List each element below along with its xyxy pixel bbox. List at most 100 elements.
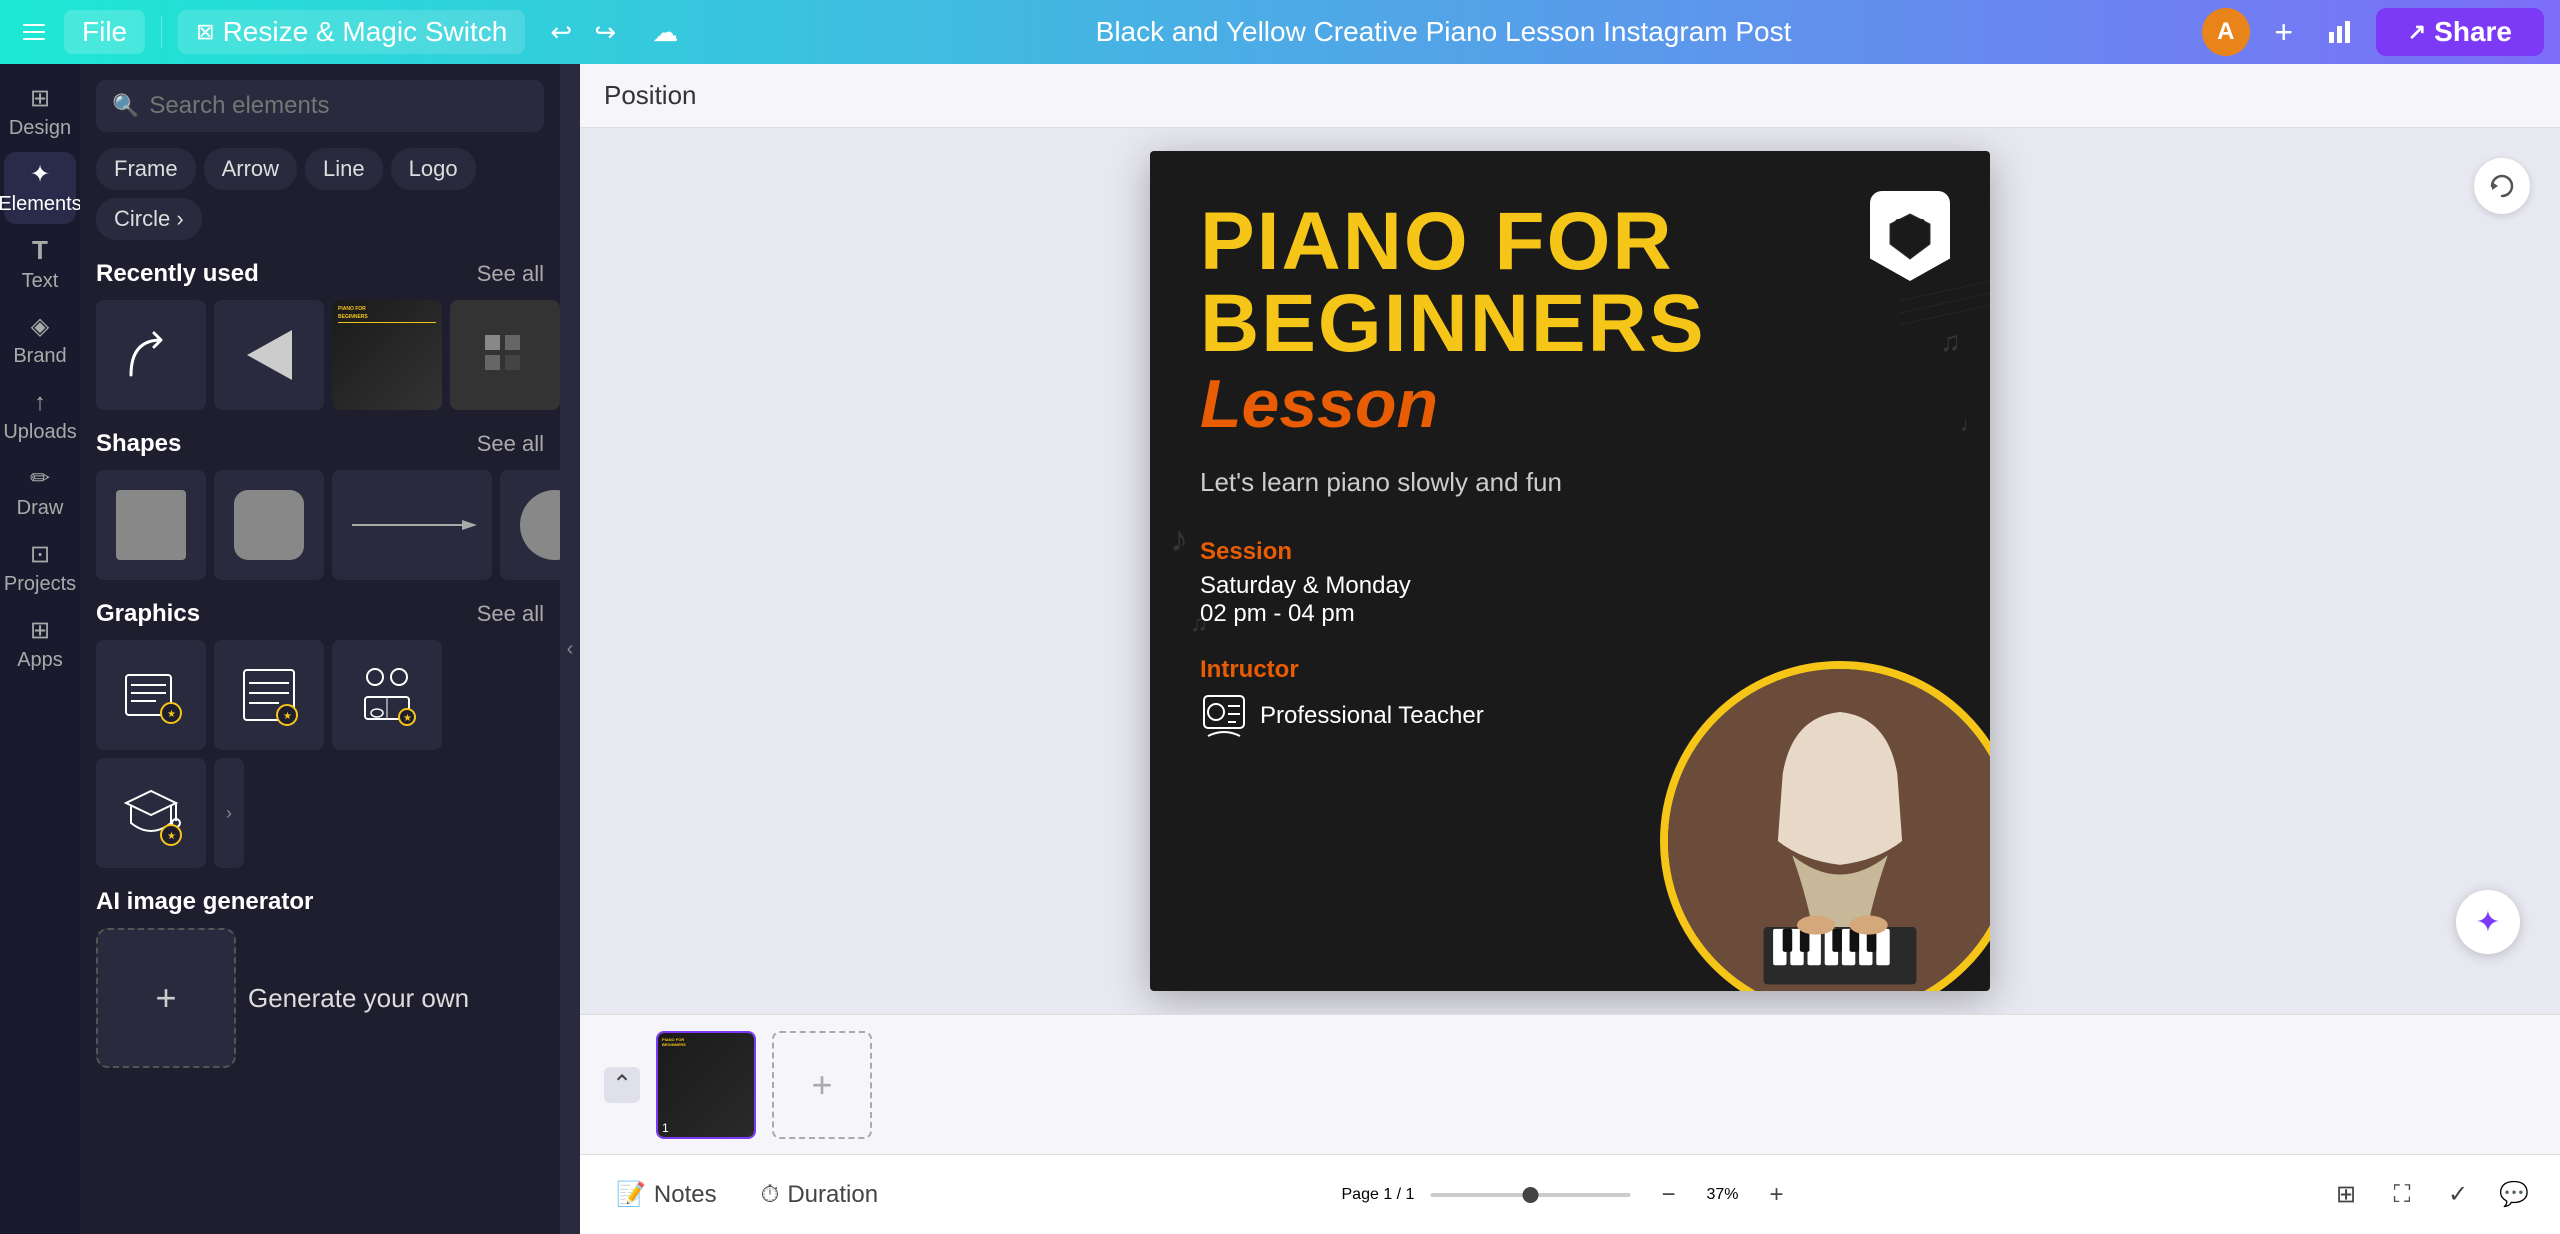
sidebar-item-draw[interactable]: ✏ Draw bbox=[4, 456, 76, 528]
recently-used-see-all[interactable]: See all bbox=[477, 261, 544, 287]
canvas-area: Position ♪ ♫ ♩ ♪ ♫ ♪ bbox=[580, 64, 2560, 1234]
sidebar-item-brand[interactable]: ◈ Brand bbox=[4, 304, 76, 376]
svg-text:★: ★ bbox=[283, 711, 292, 722]
add-page-button[interactable]: + bbox=[772, 1031, 872, 1139]
sidebar-item-elements[interactable]: ✦ Elements bbox=[4, 152, 76, 224]
brand-icon: ◈ bbox=[31, 312, 49, 341]
rounded-rectangle-shape bbox=[234, 490, 304, 560]
sidebar-item-projects[interactable]: ⊡ Projects bbox=[4, 532, 76, 604]
shape-item-rectangle[interactable] bbox=[96, 470, 206, 580]
sidebar-label-brand: Brand bbox=[13, 345, 66, 368]
bottom-center-controls: Page 1 / 1 − 37% + bbox=[1342, 1173, 1799, 1217]
zoom-in-button[interactable]: + bbox=[1754, 1173, 1798, 1217]
graphic-item-3[interactable]: ★ bbox=[332, 640, 442, 750]
circle-shape bbox=[520, 490, 560, 560]
design-card[interactable]: ♪ ♫ ♩ ♪ ♫ ♪ PIANO FOR BEGINNERS Lesson bbox=[1150, 151, 1990, 991]
bottom-left-controls: 📝 Notes ⏱ Duration bbox=[604, 1172, 890, 1217]
shapes-see-all[interactable]: See all bbox=[477, 431, 544, 457]
resize-magic-button[interactable]: ⊠ Resize & Magic Switch bbox=[178, 10, 525, 54]
recent-item-arrow-left[interactable] bbox=[214, 300, 324, 410]
graphics-show-more[interactable]: › bbox=[214, 758, 244, 868]
sidebar-item-text[interactable]: T Text bbox=[4, 228, 76, 300]
fullscreen-button[interactable]: ⛶ bbox=[2380, 1173, 2424, 1217]
sidebar-item-uploads[interactable]: ↑ Uploads bbox=[4, 380, 76, 452]
share-button[interactable]: ↗ Share bbox=[2376, 8, 2544, 56]
sidebar-item-design[interactable]: ⊞ Design bbox=[4, 76, 76, 148]
graphic-item-2[interactable]: ★ bbox=[214, 640, 324, 750]
zoom-level: 37% bbox=[1706, 1186, 1738, 1204]
undo-redo-group: ↩ ↪ bbox=[541, 12, 625, 52]
card-title-lesson: Lesson bbox=[1200, 365, 1940, 443]
file-button[interactable]: File bbox=[64, 10, 145, 54]
card-title-beginners: BEGINNERS bbox=[1200, 283, 1940, 365]
shapes-title: Shapes bbox=[96, 430, 181, 458]
ai-generate-label: Generate your own bbox=[248, 983, 469, 1014]
elements-icon: ✦ bbox=[30, 160, 50, 189]
chevron-right-icon: › bbox=[226, 803, 232, 824]
bottom-right-controls: ⊞ ⛶ ✓ 💬 bbox=[2324, 1173, 2536, 1217]
card-title-piano: PIANO FOR bbox=[1200, 201, 1940, 283]
toggle-thumbnails-button[interactable]: ⌃ bbox=[604, 1067, 640, 1103]
search-icon: 🔍 bbox=[112, 93, 139, 119]
shape-item-arrow-line[interactable] bbox=[332, 470, 492, 580]
shape-item-circle[interactable] bbox=[500, 470, 560, 580]
graphic-item-4[interactable]: ★ bbox=[96, 758, 206, 868]
recently-used-header: Recently used See all bbox=[96, 260, 544, 288]
sidebar-item-apps[interactable]: ⊞ Apps bbox=[4, 608, 76, 680]
grid-view-button[interactable]: ⊞ bbox=[2324, 1173, 2368, 1217]
chip-logo[interactable]: Logo bbox=[391, 148, 476, 190]
graphics-see-all[interactable]: See all bbox=[477, 601, 544, 627]
session-time: 02 pm - 04 pm bbox=[1200, 600, 1940, 628]
canva-ai-button[interactable]: ✦ bbox=[2456, 890, 2520, 954]
duration-icon: ⏱ bbox=[761, 1181, 780, 1209]
user-avatar[interactable]: A bbox=[2202, 8, 2250, 56]
chevron-up-icon: ⌃ bbox=[612, 1070, 632, 1099]
filter-chips: Frame Arrow Line Logo Circle › bbox=[96, 148, 544, 240]
session-label: Session bbox=[1200, 538, 1940, 566]
page-info: Page 1 / 1 bbox=[1342, 1186, 1415, 1204]
separator bbox=[161, 16, 162, 48]
ai-image-generator-section: AI image generator + Generate your own bbox=[96, 888, 544, 1068]
cloud-save-button[interactable]: ☁ bbox=[645, 12, 685, 52]
recent-item-arrow-curved[interactable] bbox=[96, 300, 206, 410]
apps-icon: ⊞ bbox=[30, 616, 50, 645]
recent-item-social-card-1[interactable]: PIANO FOR BEGINNERS bbox=[332, 300, 442, 410]
canvas-topbar: Position bbox=[580, 64, 2560, 128]
duration-button[interactable]: ⏱ Duration bbox=[749, 1173, 890, 1217]
notes-button[interactable]: 📝 Notes bbox=[604, 1172, 729, 1217]
hide-panel-icon: ‹ bbox=[567, 638, 574, 661]
plus-icon: + bbox=[155, 977, 176, 1019]
search-input[interactable] bbox=[149, 92, 528, 120]
chip-frame[interactable]: Frame bbox=[96, 148, 196, 190]
graphic-item-1[interactable]: ★ bbox=[96, 640, 206, 750]
analytics-button[interactable] bbox=[2318, 10, 2362, 54]
canvas-viewport[interactable]: ♪ ♫ ♩ ♪ ♫ ♪ PIANO FOR BEGINNERS Lesson bbox=[580, 128, 2560, 1014]
ai-generate-button[interactable]: + bbox=[96, 928, 236, 1068]
canvas-refresh-button[interactable] bbox=[2474, 158, 2530, 214]
chip-line[interactable]: Line bbox=[305, 148, 383, 190]
ai-section-title: AI image generator bbox=[96, 888, 544, 916]
svg-text:★: ★ bbox=[167, 831, 176, 842]
comments-button[interactable]: 💬 bbox=[2492, 1173, 2536, 1217]
shape-item-rounded-rect[interactable] bbox=[214, 470, 324, 580]
hamburger-menu[interactable] bbox=[16, 14, 52, 50]
panel-divider[interactable]: ‹ bbox=[560, 64, 580, 1234]
redo-button[interactable]: ↪ bbox=[585, 12, 625, 52]
topbar: File ⊠ Resize & Magic Switch ↩ ↪ ☁ Black… bbox=[0, 0, 2560, 64]
position-label: Position bbox=[604, 80, 697, 111]
session-days: Saturday & Monday bbox=[1200, 572, 1940, 600]
thumbnail-page-1[interactable]: PIANO FOR BEGINNERS 1 bbox=[656, 1031, 756, 1139]
chip-arrow[interactable]: Arrow bbox=[204, 148, 297, 190]
add-collaborator-button[interactable]: + bbox=[2264, 12, 2304, 52]
chip-circle[interactable]: Circle › bbox=[96, 198, 202, 240]
sidebar-label-uploads: Uploads bbox=[3, 421, 76, 444]
zoom-out-button[interactable]: − bbox=[1646, 1173, 1690, 1217]
draw-icon: ✏ bbox=[30, 464, 50, 493]
recently-used-title: Recently used bbox=[96, 260, 259, 288]
undo-button[interactable]: ↩ bbox=[541, 12, 581, 52]
sidebar-label-projects: Projects bbox=[4, 573, 76, 596]
page-slider[interactable] bbox=[1430, 1193, 1630, 1197]
recent-item-element-4[interactable] bbox=[450, 300, 560, 410]
accessibility-button[interactable]: ✓ bbox=[2436, 1173, 2480, 1217]
main-area: ⊞ Design ✦ Elements T Text ◈ Brand ↑ Upl… bbox=[0, 64, 2560, 1234]
